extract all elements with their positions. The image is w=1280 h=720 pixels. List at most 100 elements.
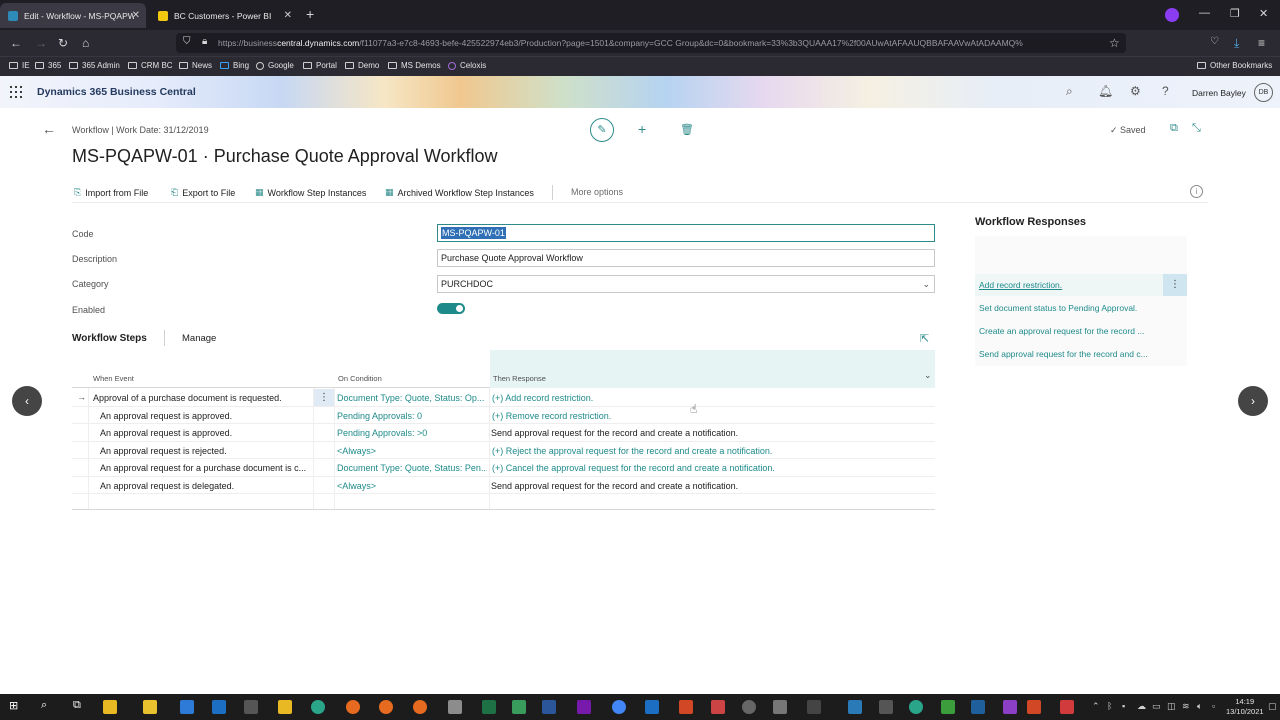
table-row[interactable]: An approval request is approved. Pending…: [72, 424, 935, 442]
on-condition-cell[interactable]: Pending Approvals: >0: [337, 428, 487, 438]
taskbar-clock[interactable]: 14:19 13/10/2021: [1226, 697, 1264, 717]
table-row[interactable]: An approval request is delegated. <Alway…: [72, 477, 935, 494]
then-response-cell[interactable]: (+) Add record restriction.: [492, 393, 932, 403]
then-response-cell[interactable]: Send approval request for the record and…: [491, 481, 931, 491]
on-condition-cell[interactable]: <Always>: [337, 481, 487, 491]
windows-start-icon[interactable]: ⊞: [9, 699, 23, 713]
outlook-icon[interactable]: [212, 700, 226, 714]
app-launcher-icon[interactable]: [10, 86, 22, 98]
pocket-icon[interactable]: ♡: [1210, 36, 1219, 47]
restore-button[interactable]: ❐: [1230, 7, 1240, 20]
tab-bc-customers[interactable]: BC Customers - Power BI ✕: [150, 3, 298, 28]
when-event-cell[interactable]: An approval request is approved.: [100, 428, 311, 438]
import-from-file-button[interactable]: ⎘ Import from File: [74, 187, 148, 198]
when-event-cell[interactable]: An approval request for a purchase docum…: [100, 463, 311, 473]
excel-icon[interactable]: [482, 700, 496, 714]
then-response-cell[interactable]: (+) Remove record restriction.: [492, 411, 932, 421]
app-icon[interactable]: [807, 700, 821, 714]
app-icon[interactable]: [742, 700, 756, 714]
bookmark-news[interactable]: News: [179, 61, 212, 70]
then-response-cell[interactable]: (+) Cancel the approval request for the …: [492, 463, 932, 473]
close-icon[interactable]: ✕: [284, 10, 292, 21]
app-icon[interactable]: [909, 700, 923, 714]
back-icon[interactable]: ←: [10, 36, 22, 50]
app-tray-icon[interactable]: ▫: [1212, 701, 1215, 711]
previous-record-button[interactable]: ‹: [12, 386, 42, 416]
bell-icon[interactable]: 🔔︎: [1098, 84, 1113, 98]
new-tab-button[interactable]: +: [306, 6, 314, 22]
app-icon[interactable]: [512, 700, 526, 714]
response-item[interactable]: Set document status to Pending Approval.: [979, 303, 1161, 313]
app-icon[interactable]: [1060, 700, 1074, 714]
home-icon[interactable]: ⌂: [82, 36, 89, 50]
open-new-window-icon[interactable]: ⧉: [1170, 122, 1178, 135]
row-menu-icon[interactable]: ⋮: [1163, 274, 1187, 296]
firefox-icon[interactable]: [413, 700, 427, 714]
response-item[interactable]: Send approval request for the record and…: [979, 349, 1161, 359]
sticky-notes-icon[interactable]: [143, 700, 157, 714]
firefox-icon[interactable]: [346, 700, 360, 714]
app-icon[interactable]: [1003, 700, 1017, 714]
archived-workflow-step-instances-button[interactable]: ▦ Archived Workflow Step Instances: [385, 187, 534, 198]
export-to-file-button[interactable]: ⎗ Export to File: [171, 187, 235, 198]
app-icon[interactable]: [180, 700, 194, 714]
volume-icon[interactable]: 🔈︎: [1197, 701, 1202, 712]
bookmark-other[interactable]: Other Bookmarks: [1197, 61, 1272, 70]
row-menu-icon[interactable]: ⋮: [314, 389, 334, 406]
on-condition-cell[interactable]: Document Type: Quote, Status: Op...: [337, 393, 487, 403]
app-icon[interactable]: [848, 700, 862, 714]
response-item[interactable]: Add record restriction.: [979, 280, 1161, 290]
when-event-cell[interactable]: An approval request is rejected.: [100, 446, 311, 456]
cloud-icon[interactable]: ☁: [1137, 701, 1146, 712]
column-on-condition[interactable]: On Condition: [338, 374, 382, 383]
app-icon[interactable]: [773, 700, 787, 714]
manage-button[interactable]: Manage: [182, 333, 216, 344]
on-condition-cell[interactable]: Pending Approvals: 0: [337, 411, 487, 421]
when-event-cell[interactable]: An approval request is approved.: [100, 411, 311, 421]
edge-icon[interactable]: [311, 700, 325, 714]
mail-icon[interactable]: [244, 700, 258, 714]
bookmark-ie[interactable]: IE: [9, 61, 30, 70]
description-field[interactable]: Purchase Quote Approval Workflow: [437, 249, 935, 267]
onenote-icon[interactable]: [577, 700, 591, 714]
response-item[interactable]: Create an approval request for the recor…: [979, 326, 1161, 336]
delete-trash-icon[interactable]: 🗑︎: [680, 123, 694, 136]
bookmark-crm-bc[interactable]: CRM BC: [128, 61, 173, 70]
reload-icon[interactable]: ↻: [58, 36, 68, 50]
bookmark-portal[interactable]: Portal: [303, 61, 337, 70]
forward-icon[interactable]: →: [35, 36, 47, 50]
tab-edit-workflow[interactable]: Edit - Workflow - MS-PQAPW-01 ✕: [0, 3, 146, 28]
chevron-up-icon[interactable]: ⌃: [1092, 701, 1100, 712]
on-condition-cell[interactable]: Document Type: Quote, Status: Pen...: [337, 463, 487, 473]
bookmark-celoxis[interactable]: Celoxis: [448, 61, 486, 70]
word-icon[interactable]: [542, 700, 556, 714]
chevron-down-icon[interactable]: ⌄: [924, 370, 932, 381]
bookmark-ms-demos[interactable]: MS Demos: [388, 61, 441, 70]
download-icon[interactable]: ⤓: [1234, 36, 1239, 51]
back-arrow-icon[interactable]: ←: [42, 121, 56, 137]
wifi-icon[interactable]: ≋: [1182, 701, 1190, 712]
bookmark-365-admin[interactable]: 365 Admin: [69, 61, 120, 70]
column-when-event[interactable]: When Event: [93, 374, 134, 383]
task-view-icon[interactable]: ⧉: [73, 699, 87, 713]
when-event-cell[interactable]: An approval request is delegated.: [100, 481, 311, 491]
code-field[interactable]: MS-PQAPW-01: [437, 224, 935, 242]
powerpoint-icon[interactable]: [679, 700, 693, 714]
close-window-button[interactable]: ✕: [1259, 7, 1268, 20]
table-row[interactable]: → Approval of a purchase document is req…: [72, 389, 935, 407]
bookmark-google[interactable]: Google: [256, 61, 294, 70]
user-name[interactable]: Darren Bayley: [1192, 88, 1246, 98]
app-icon[interactable]: [941, 700, 955, 714]
minimize-button[interactable]: —: [1199, 7, 1210, 19]
chrome-icon[interactable]: [612, 700, 626, 714]
app-icon[interactable]: [278, 700, 292, 714]
search-icon[interactable]: ⌕: [41, 699, 55, 713]
app-icon[interactable]: [879, 700, 893, 714]
column-then-response[interactable]: Then Response: [493, 374, 546, 383]
bookmark-star-icon[interactable]: ☆: [1109, 36, 1120, 50]
app-icon[interactable]: [971, 700, 985, 714]
shield-icon[interactable]: ⛉: [183, 36, 191, 47]
app-name[interactable]: Dynamics 365 Business Central: [37, 86, 196, 98]
close-icon[interactable]: ✕: [132, 10, 140, 21]
enabled-toggle[interactable]: [437, 303, 465, 314]
